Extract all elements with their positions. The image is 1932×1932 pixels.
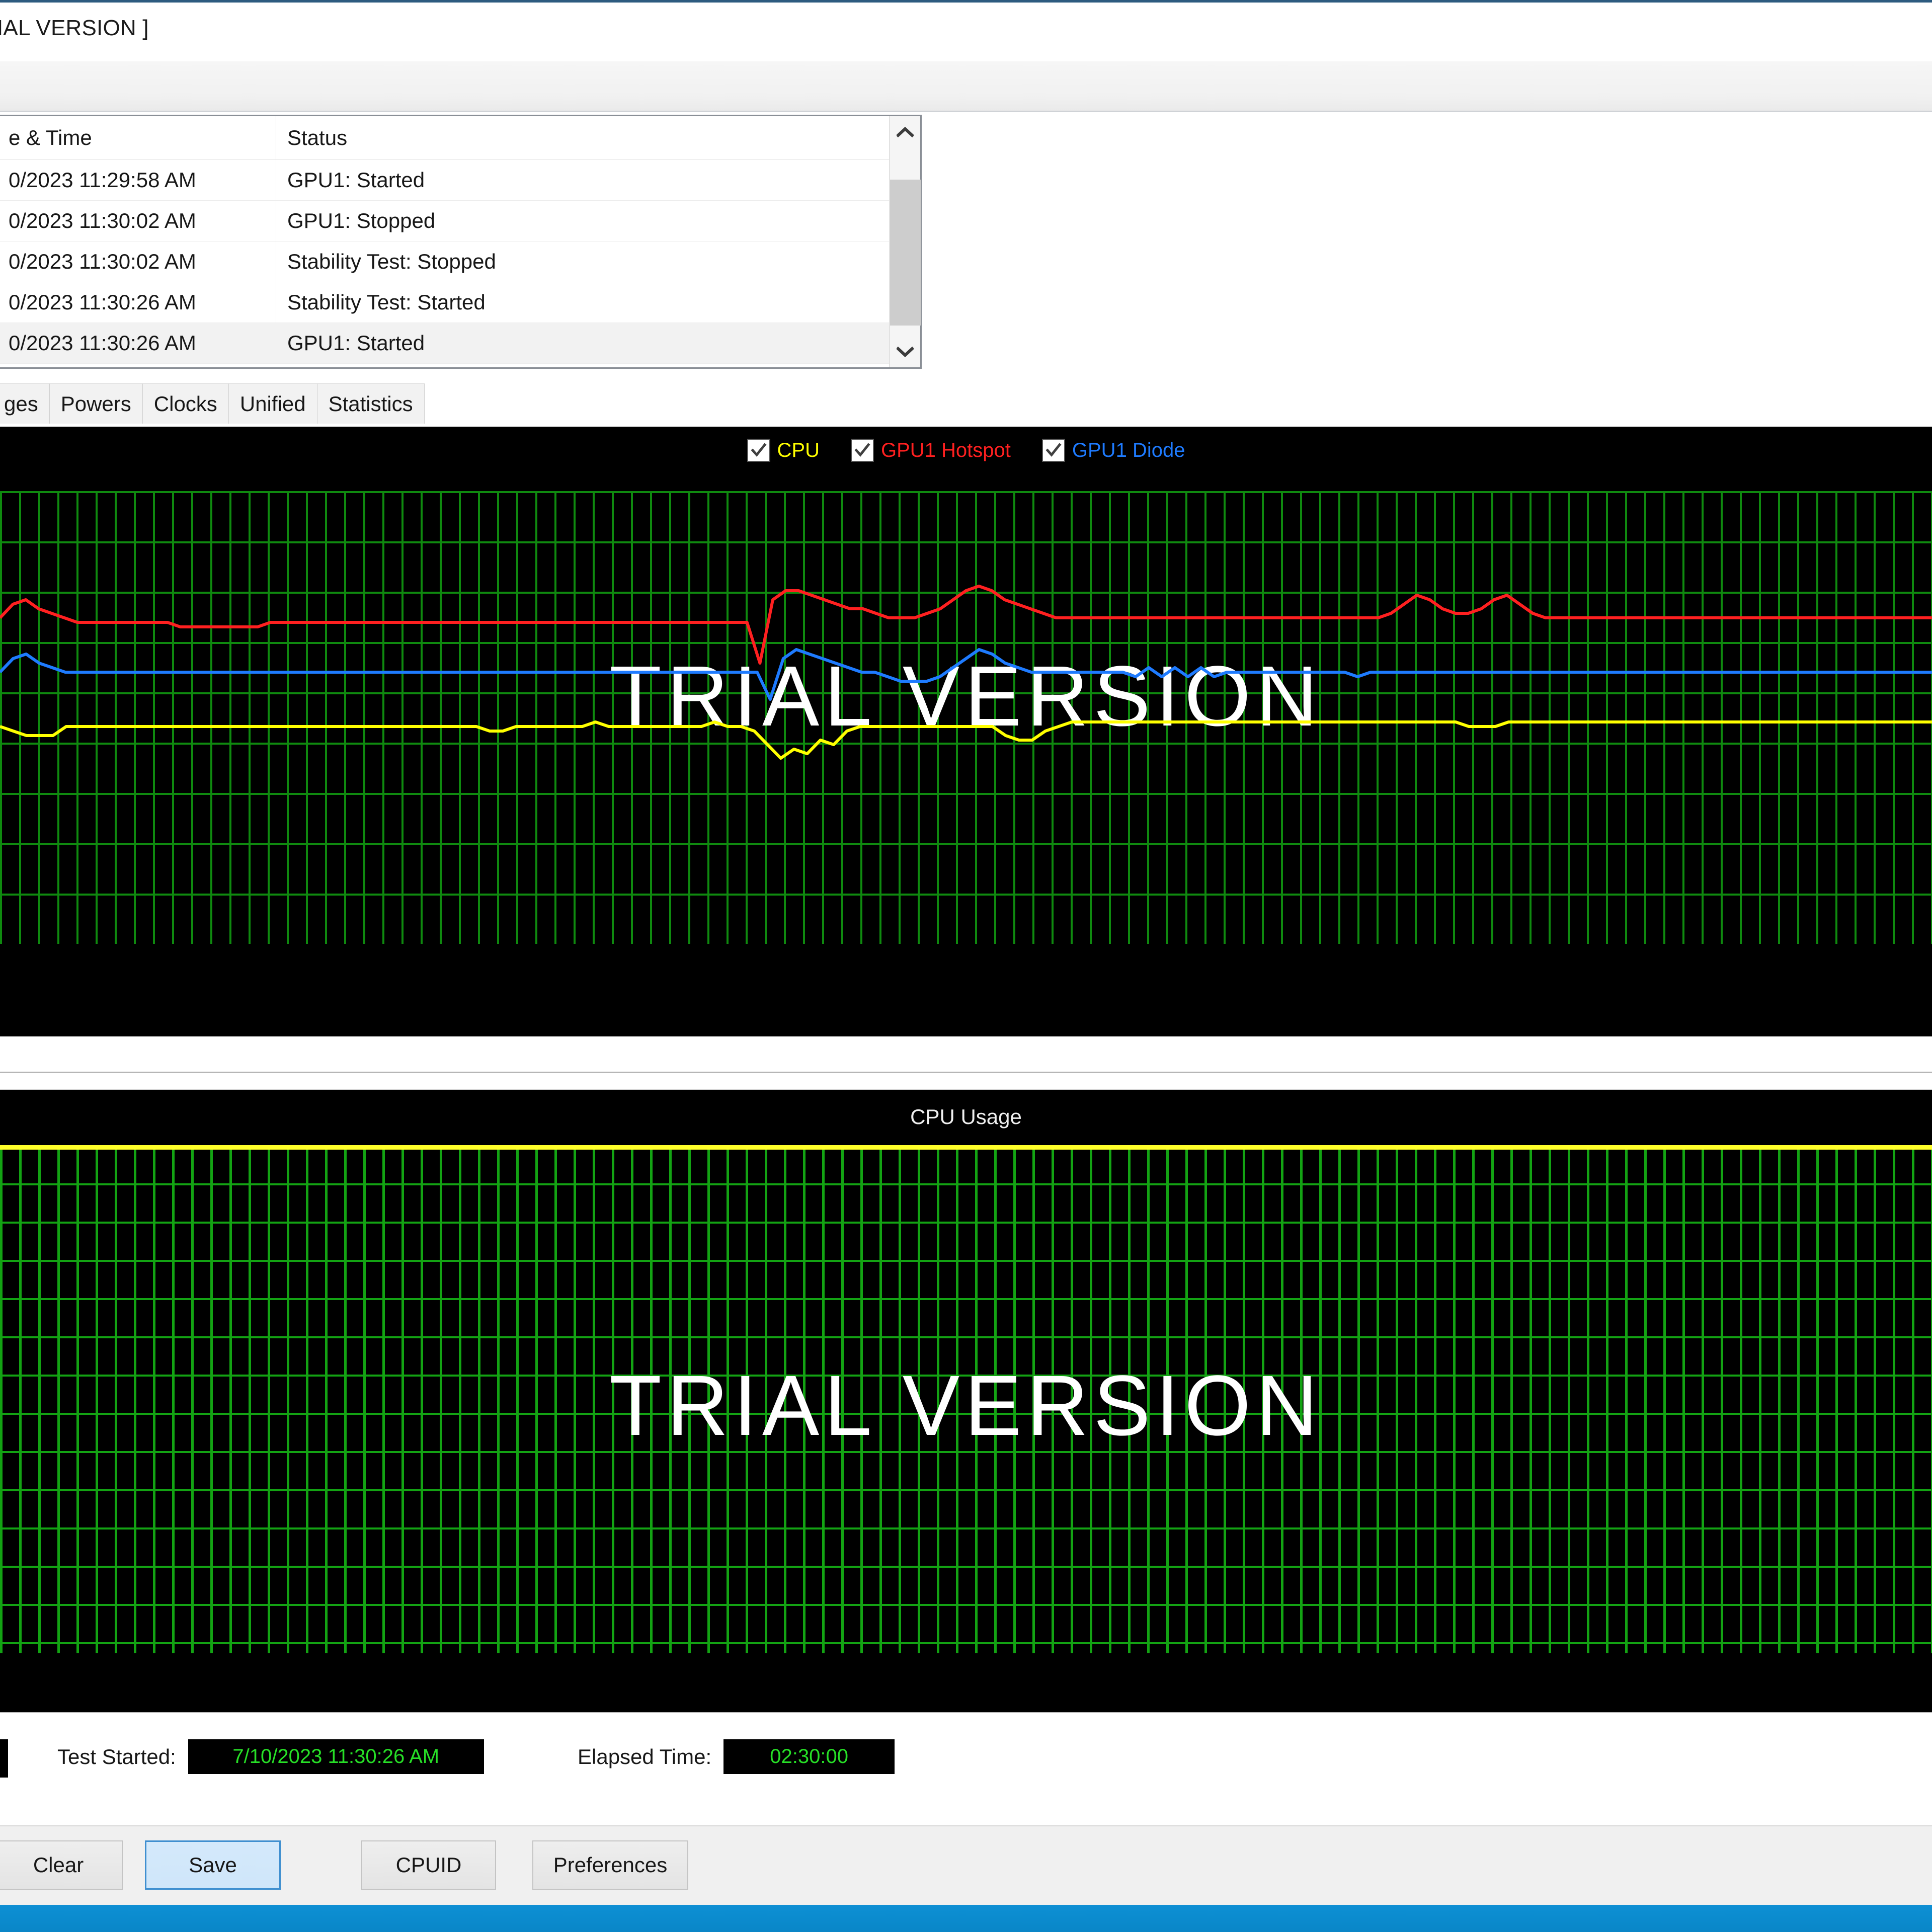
table-row[interactable]: 0/2023 11:30:02 AM GPU1: Stopped [0,201,891,242]
event-log-scrollbar[interactable] [889,116,921,367]
tab-statistics[interactable]: Statistics [317,383,425,424]
tab-voltages[interactable]: ges [0,383,50,424]
trial-watermark: TRIAL VERSION [609,1358,1323,1454]
column-header-status[interactable]: Status [276,116,891,159]
chart-divider [0,1072,1932,1090]
cell-status: GPU1: Started [287,168,425,192]
elapsed-time-group: Elapsed Time: 02:30:00 [578,1739,895,1774]
tab-bar: ges Powers Clocks Unified Statistics [0,383,1932,425]
clear-button[interactable]: Clear [0,1840,123,1890]
cpuid-button[interactable]: CPUID [361,1840,496,1890]
trace-gpu1-diode [0,648,1932,701]
toolbar-strip [0,61,1932,112]
column-header-datetime[interactable]: e & Time [0,116,276,159]
elapsed-time-value: 02:30:00 [723,1739,895,1774]
save-button[interactable]: Save [145,1840,281,1890]
test-started-label: Test Started: [57,1744,176,1768]
trace-cpu [0,720,1932,760]
status-edge-marker [0,1739,8,1778]
trace-gpu1-hotspot [0,585,1932,665]
cpu-usage-trace [0,1145,1932,1150]
legend-label-gpu1-hotspot: GPU1 Hotspot [881,439,1011,461]
checkbox-cpu[interactable] [747,439,770,462]
tab-strip: ges Powers Clocks Unified Statistics [0,383,425,424]
temperature-plot-area: TRIAL VERSION [0,491,1932,944]
tab-unified[interactable]: Unified [228,383,317,424]
temperature-chart: CPU GPU1 Hotspot GPU1 Diode TRIAL VERSIO… [0,427,1932,1036]
cell-status: Stability Test: Started [287,290,486,314]
elapsed-time-label: Elapsed Time: [578,1744,712,1768]
status-row: Test Started: 7/10/2023 11:30:26 AM Elap… [0,1712,1932,1825]
chevron-down-icon[interactable] [890,336,921,367]
desktop-taskbar[interactable] [0,1905,1932,1932]
cell-datetime: 0/2023 11:29:58 AM [0,160,276,200]
checkbox-gpu1-diode[interactable] [1041,439,1065,462]
cell-status: GPU1: Started [287,331,425,355]
preferences-button[interactable]: Preferences [532,1840,688,1890]
cell-datetime: 0/2023 11:30:02 AM [0,242,276,282]
tab-clocks[interactable]: Clocks [142,383,229,424]
table-row[interactable]: 0/2023 11:30:02 AM Stability Test: Stopp… [0,242,891,282]
button-bar: Clear Save CPUID Preferences [0,1825,1932,1905]
temperature-chart-legend: CPU GPU1 Hotspot GPU1 Diode [0,433,1932,468]
test-started-value: 7/10/2023 11:30:26 AM [188,1739,484,1774]
cell-datetime: 0/2023 11:30:02 AM [0,201,276,241]
chevron-up-icon[interactable] [890,116,921,147]
cpu-usage-chart: CPU Usage TRIAL VERSION [0,1090,1932,1712]
checkbox-gpu1-hotspot[interactable] [851,439,874,462]
cell-status: Stability Test: Stopped [287,250,496,273]
cpu-usage-title: CPU Usage [910,1105,1022,1129]
legend-item-cpu[interactable]: CPU [747,439,820,462]
table-row[interactable]: 0/2023 11:30:26 AM Stability Test: Start… [0,282,891,323]
tab-powers[interactable]: Powers [49,383,143,424]
event-log-table: e & Time Status 0/2023 11:29:58 AM GPU1:… [0,116,891,367]
test-started-group: Test Started: 7/10/2023 11:30:26 AM [57,1739,484,1774]
event-log-header: e & Time Status [0,116,891,160]
cpu-usage-plot-area: TRIAL VERSION [0,1145,1932,1653]
window-title-bar: IAL VERSION ] [0,0,1932,61]
cell-status: GPU1: Stopped [287,209,436,232]
legend-item-gpu1-hotspot[interactable]: GPU1 Hotspot [851,439,1011,462]
temperature-traces [0,585,1932,760]
legend-label-cpu: CPU [777,439,820,461]
event-log-panel: e & Time Status 0/2023 11:29:58 AM GPU1:… [0,115,922,369]
table-row[interactable]: 0/2023 11:29:58 AM GPU1: Started [0,160,891,201]
scrollbar-thumb[interactable] [890,180,921,326]
legend-label-gpu1-diode: GPU1 Diode [1072,439,1185,461]
cell-datetime: 0/2023 11:30:26 AM [0,323,276,363]
legend-item-gpu1-diode[interactable]: GPU1 Diode [1041,439,1185,462]
cell-datetime: 0/2023 11:30:26 AM [0,282,276,323]
window-title: IAL VERSION ] [0,16,149,40]
table-row[interactable]: 0/2023 11:30:26 AM GPU1: Started [0,323,891,364]
